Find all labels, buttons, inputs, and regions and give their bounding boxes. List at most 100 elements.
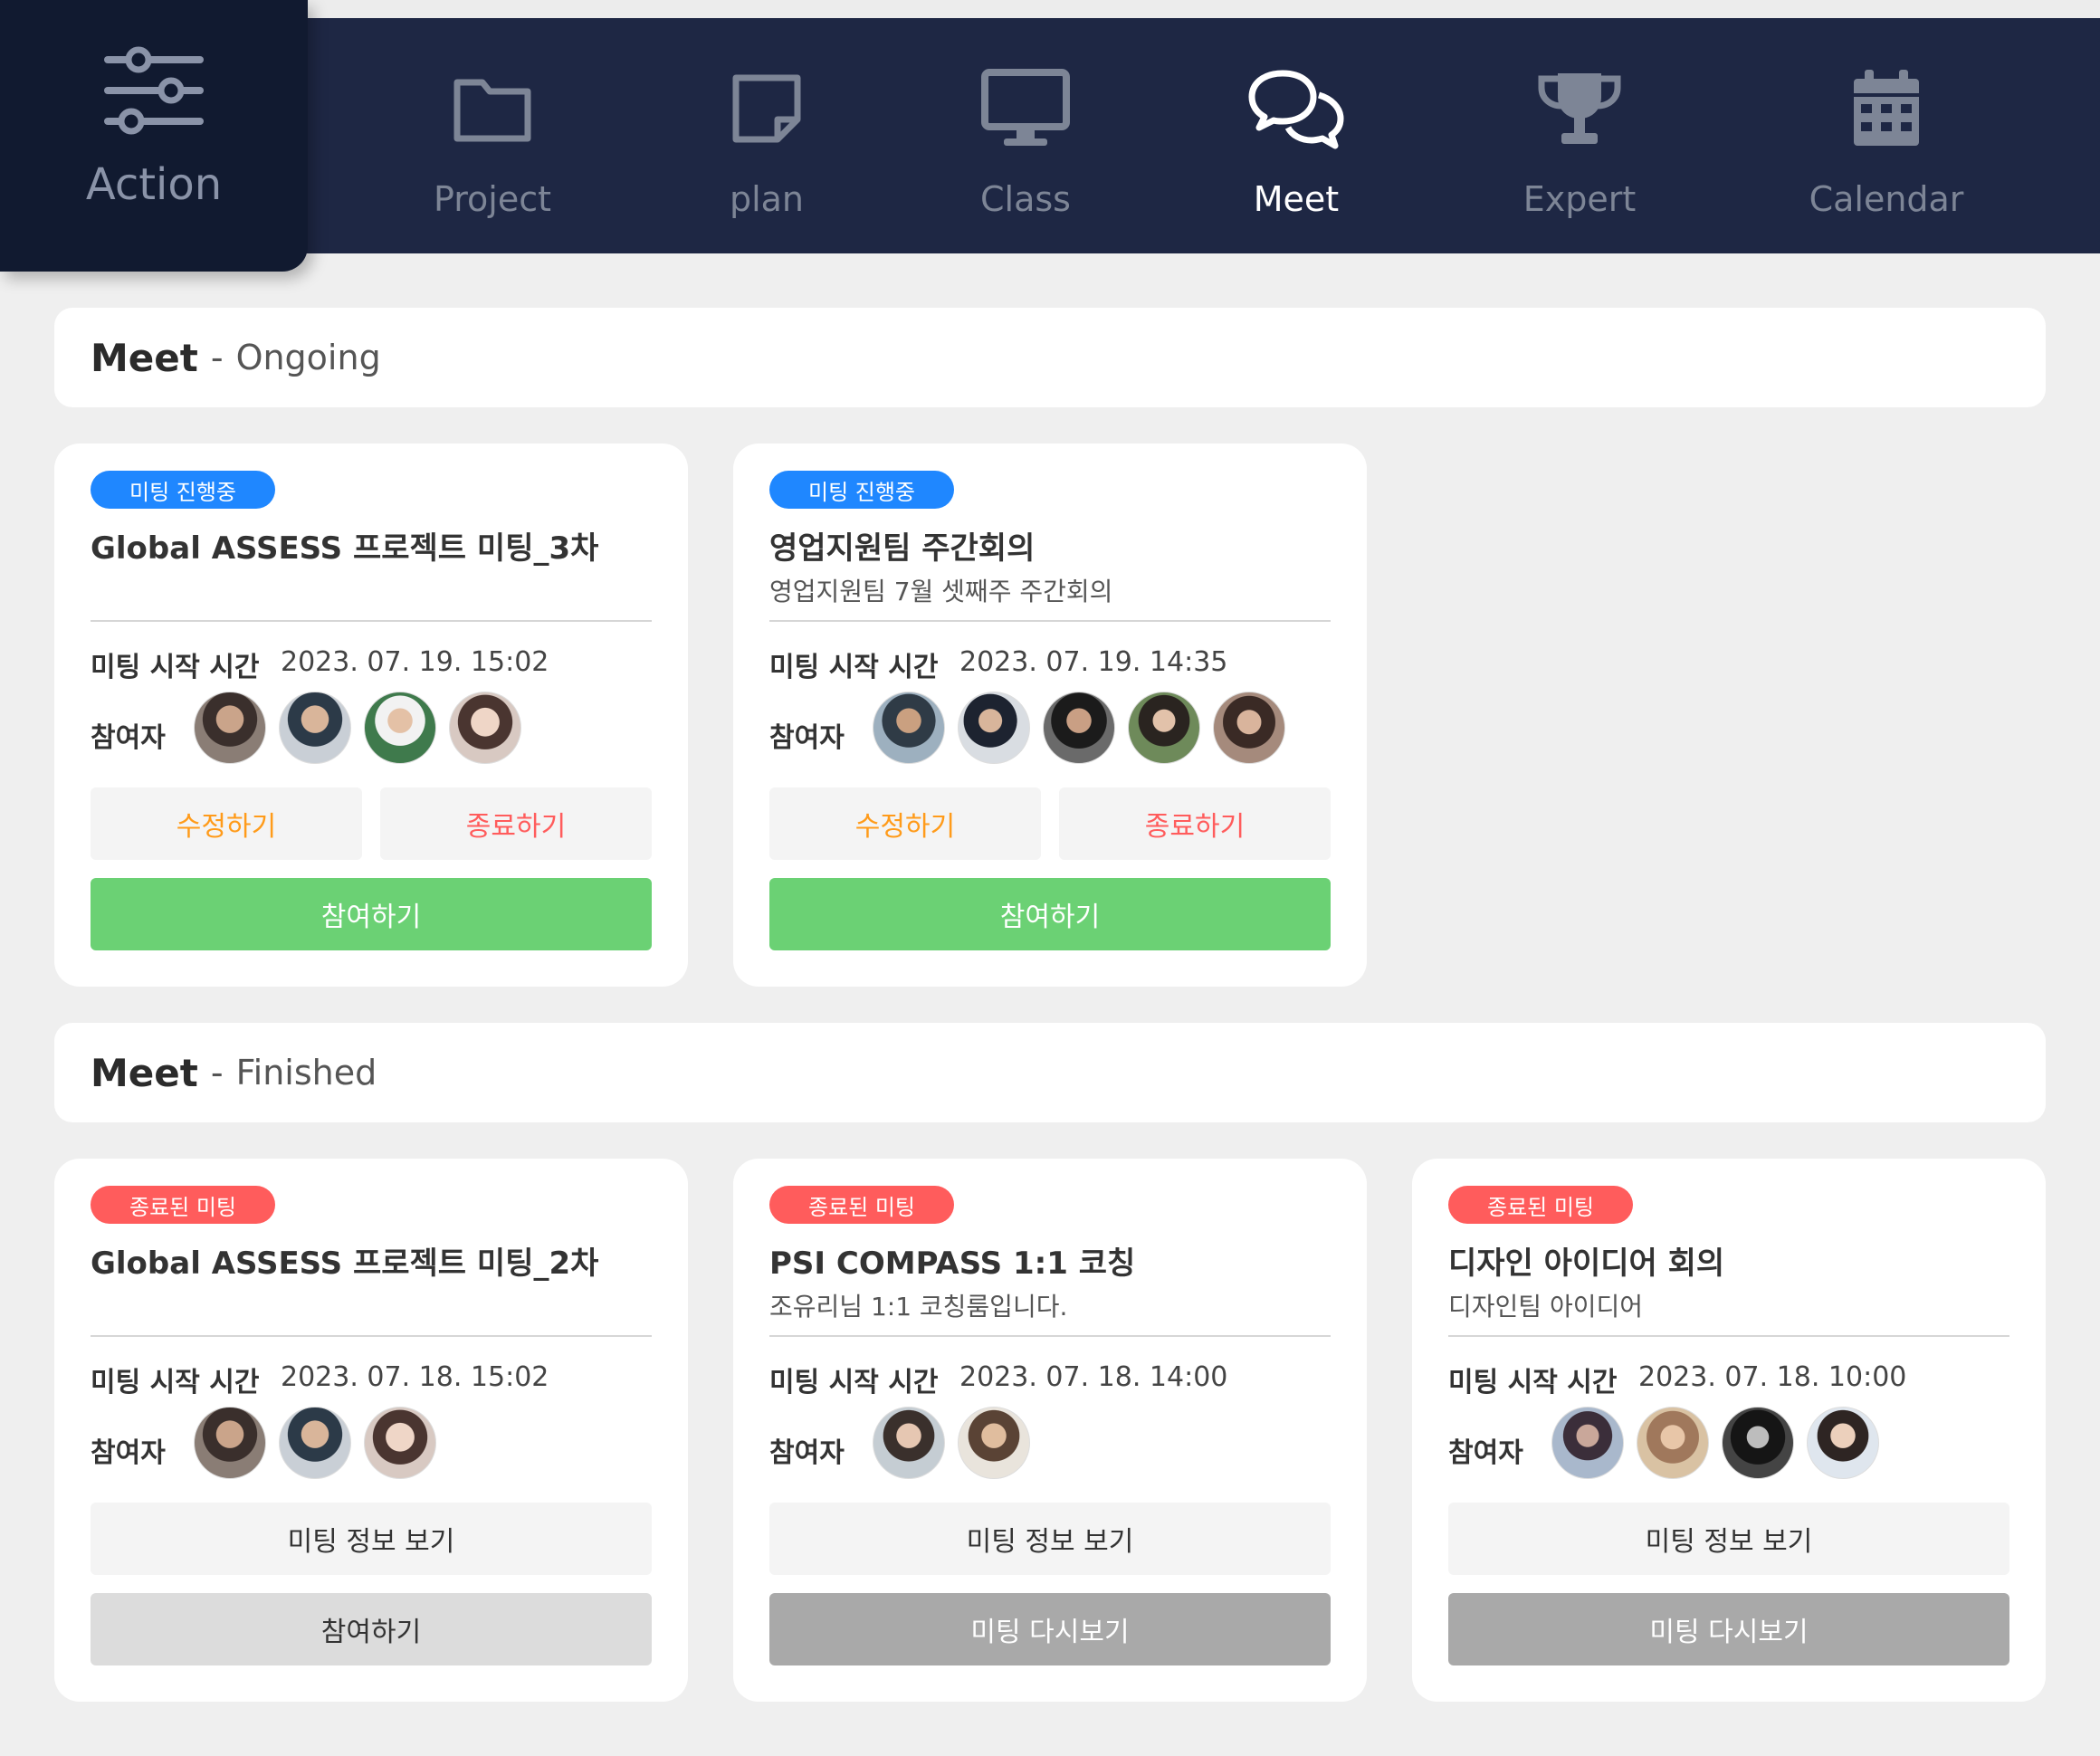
avatar bbox=[279, 1407, 351, 1479]
join-button[interactable]: 참여하기 bbox=[769, 878, 1331, 950]
divider bbox=[91, 620, 652, 622]
avatar bbox=[364, 1407, 436, 1479]
replay-button[interactable]: 미팅 다시보기 bbox=[769, 1593, 1331, 1665]
nav-item-project[interactable]: Project bbox=[384, 63, 601, 244]
top-strip bbox=[0, 0, 2100, 18]
nav-item-class[interactable]: Class bbox=[917, 63, 1134, 244]
status-badge: 미팅 진행중 bbox=[769, 471, 954, 509]
avatar bbox=[279, 692, 351, 764]
meeting-description: 영업지원팀 7월 셋째주 주간회의 bbox=[769, 577, 1113, 606]
meeting-card: 미팅 진행중 Global ASSESS 프로젝트 미팅_3차 미팅 시작 시간… bbox=[54, 444, 688, 987]
sliders-icon bbox=[104, 46, 204, 135]
nav-item-calendar[interactable]: Calendar bbox=[1778, 63, 1995, 244]
section-title: Meet bbox=[91, 335, 198, 380]
nav-item-label: Class bbox=[980, 179, 1071, 219]
avatar bbox=[873, 692, 945, 764]
meeting-card: 종료된 미팅 Global ASSESS 프로젝트 미팅_2차 미팅 시작 시간… bbox=[54, 1159, 688, 1702]
meeting-title: 영업지원팀 주간회의 bbox=[769, 530, 1036, 567]
start-time-label: 미팅 시작 시간 bbox=[769, 1367, 939, 1398]
start-time-value: 2023. 07. 18. 14:00 bbox=[959, 1361, 1228, 1393]
participant-avatars bbox=[873, 1407, 1043, 1479]
nav-item-label: Meet bbox=[1253, 179, 1340, 219]
nav-item-meet[interactable]: Meet bbox=[1188, 63, 1405, 244]
meeting-description: 조유리님 1:1 코칭룸입니다. bbox=[769, 1292, 1068, 1322]
avatar bbox=[958, 1407, 1030, 1479]
avatar bbox=[873, 1407, 945, 1479]
participant-avatars bbox=[1551, 1407, 1892, 1479]
nav-item-label: plan bbox=[729, 179, 805, 219]
avatar bbox=[1807, 1407, 1879, 1479]
avatar bbox=[194, 1407, 266, 1479]
participants-label: 참여자 bbox=[769, 1437, 845, 1469]
calendar-icon bbox=[1850, 63, 1923, 154]
monitor-icon bbox=[980, 63, 1071, 154]
start-time-value: 2023. 07. 19. 14:35 bbox=[959, 646, 1228, 678]
section-title: Meet bbox=[91, 1050, 198, 1095]
avatar bbox=[1637, 1407, 1709, 1479]
participant-avatars bbox=[194, 692, 534, 764]
nav-item-expert[interactable]: Expert bbox=[1471, 63, 1688, 244]
meeting-title: Global ASSESS 프로젝트 미팅_2차 bbox=[91, 1245, 599, 1282]
section-dash: - bbox=[210, 1053, 224, 1093]
edit-button[interactable]: 수정하기 bbox=[769, 787, 1041, 860]
nav-item-label: Action bbox=[85, 159, 223, 210]
end-meeting-button[interactable]: 종료하기 bbox=[1059, 787, 1331, 860]
nav-item-label: Expert bbox=[1522, 179, 1637, 219]
join-button[interactable]: 참여하기 bbox=[91, 1593, 652, 1665]
nav-item-label: Project bbox=[433, 179, 551, 219]
replay-button[interactable]: 미팅 다시보기 bbox=[1448, 1593, 2009, 1665]
divider bbox=[769, 620, 1331, 622]
avatar bbox=[958, 692, 1030, 764]
divider bbox=[91, 1335, 652, 1337]
start-time-label: 미팅 시작 시간 bbox=[769, 652, 939, 683]
section-dash: - bbox=[210, 338, 224, 377]
meeting-info-button[interactable]: 미팅 정보 보기 bbox=[1448, 1503, 2009, 1575]
avatar bbox=[449, 692, 521, 764]
status-badge: 미팅 진행중 bbox=[91, 471, 275, 509]
start-time-value: 2023. 07. 18. 10:00 bbox=[1638, 1361, 1907, 1393]
status-badge: 종료된 미팅 bbox=[1448, 1186, 1633, 1224]
avatar bbox=[1213, 692, 1285, 764]
start-time-value: 2023. 07. 19. 15:02 bbox=[281, 646, 549, 678]
nav-item-label: Calendar bbox=[1809, 179, 1964, 219]
status-badge: 종료된 미팅 bbox=[91, 1186, 275, 1224]
section-header-ongoing: Meet - Ongoing bbox=[54, 308, 2046, 407]
note-icon bbox=[730, 63, 803, 154]
top-navbar: Project plan Class Meet Expert Calendar bbox=[0, 18, 2100, 253]
meeting-title: PSI COMPASS 1:1 코칭 bbox=[769, 1245, 1136, 1282]
meeting-title: Global ASSESS 프로젝트 미팅_3차 bbox=[91, 530, 599, 567]
start-time-label: 미팅 시작 시간 bbox=[91, 1367, 260, 1398]
meeting-info-button[interactable]: 미팅 정보 보기 bbox=[769, 1503, 1331, 1575]
start-time-label: 미팅 시작 시간 bbox=[91, 652, 260, 683]
chat-bubbles-icon bbox=[1246, 63, 1346, 154]
edit-button[interactable]: 수정하기 bbox=[91, 787, 362, 860]
meeting-title: 디자인 아이디어 회의 bbox=[1448, 1245, 1725, 1282]
nav-item-plan[interactable]: plan bbox=[658, 63, 875, 244]
avatar bbox=[194, 692, 266, 764]
participant-avatars bbox=[194, 1407, 449, 1479]
meeting-description: 디자인팀 아이디어 bbox=[1448, 1292, 1643, 1322]
section-header-finished: Meet - Finished bbox=[54, 1023, 2046, 1122]
folder-icon bbox=[452, 63, 533, 154]
meeting-card: 미팅 진행중 영업지원팀 주간회의 영업지원팀 7월 셋째주 주간회의 미팅 시… bbox=[733, 444, 1367, 987]
trophy-icon bbox=[1534, 63, 1625, 154]
section-status: Ongoing bbox=[235, 338, 381, 377]
participants-label: 참여자 bbox=[91, 722, 166, 754]
meeting-card: 종료된 미팅 PSI COMPASS 1:1 코칭 조유리님 1:1 코칭룸입니… bbox=[733, 1159, 1367, 1702]
end-meeting-button[interactable]: 종료하기 bbox=[380, 787, 652, 860]
meeting-card: 종료된 미팅 디자인 아이디어 회의 디자인팀 아이디어 미팅 시작 시간 20… bbox=[1412, 1159, 2046, 1702]
participants-label: 참여자 bbox=[91, 1437, 166, 1469]
start-time-label: 미팅 시작 시간 bbox=[1448, 1367, 1618, 1398]
participant-avatars bbox=[873, 692, 1298, 764]
section-status: Finished bbox=[235, 1053, 377, 1093]
avatar bbox=[1043, 692, 1115, 764]
nav-item-action[interactable]: Action bbox=[0, 0, 308, 272]
divider bbox=[769, 1335, 1331, 1337]
avatar bbox=[1551, 1407, 1624, 1479]
avatar bbox=[1128, 692, 1200, 764]
status-badge: 종료된 미팅 bbox=[769, 1186, 954, 1224]
participants-label: 참여자 bbox=[1448, 1437, 1523, 1469]
avatar bbox=[364, 692, 436, 764]
meeting-info-button[interactable]: 미팅 정보 보기 bbox=[91, 1503, 652, 1575]
join-button[interactable]: 참여하기 bbox=[91, 878, 652, 950]
